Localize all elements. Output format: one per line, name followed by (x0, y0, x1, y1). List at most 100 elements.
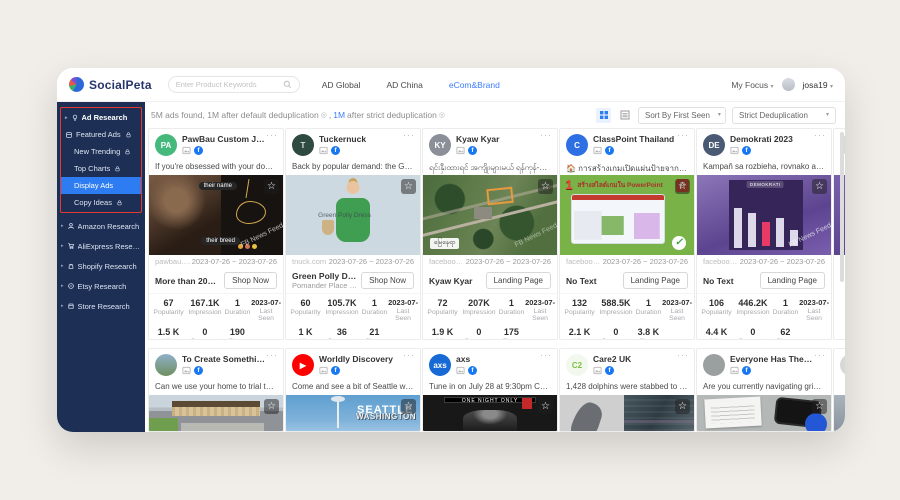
my-focus-menu[interactable]: My Focus ▾ (731, 80, 773, 90)
ad-image[interactable]: สร้างสไลด์เกมใน PowerPoint 1 ☆ (560, 175, 694, 255)
advertiser-name[interactable]: axs (456, 354, 540, 364)
card-menu-button[interactable]: ··· (266, 350, 278, 360)
advertiser-avatar[interactable] (840, 354, 845, 376)
card-menu-button[interactable]: ··· (814, 350, 826, 360)
image-watermark: FB News Feed (514, 222, 557, 249)
cta-button[interactable]: Landing Page (760, 272, 825, 289)
favorite-star-button[interactable]: ☆ (401, 399, 416, 414)
advertiser-name[interactable]: Tuckernuck (319, 134, 403, 144)
advertiser-name[interactable]: PawBau Custom Jewelry (182, 134, 266, 144)
favorite-star-button[interactable]: ☆ (264, 179, 279, 194)
ad-image[interactable]: ☆ (834, 395, 845, 431)
ad-image[interactable]: ☆ (560, 395, 694, 431)
ad-image[interactable]: their name their breed FB News Feed ☆ (149, 175, 283, 255)
card-menu-button[interactable]: ··· (677, 350, 689, 360)
advertiser-avatar[interactable]: KY (429, 134, 451, 156)
image-decor (704, 396, 762, 428)
search-input[interactable] (176, 80, 279, 89)
user-menu[interactable]: josa19 ▾ (803, 80, 833, 90)
sidebar-item-ad-research[interactable]: ▸ Ad Research (61, 109, 141, 126)
nav-ad-china[interactable]: AD China (386, 80, 422, 90)
cta-button[interactable]: Landing Page (623, 272, 688, 289)
advertiser-avatar[interactable]: PA (155, 134, 177, 156)
card-menu-button[interactable]: ··· (677, 130, 689, 140)
sidebar-item-copy-ideas[interactable]: Copy Ideas (61, 194, 141, 211)
nav-ad-global[interactable]: AD Global (322, 80, 361, 90)
ad-text: 1,428 dolphins were stabbed to death in … (560, 381, 694, 395)
cta-button[interactable]: Landing Page (486, 272, 551, 289)
ad-image[interactable]: SEATTLE WASHINGTON ☆ (286, 395, 420, 431)
user-avatar[interactable] (782, 78, 795, 91)
ad-domain[interactable]: pawbau.com (155, 257, 192, 266)
ad-domain[interactable]: facebook.com/10... (429, 257, 466, 266)
sidebar-item-etsy-research[interactable]: ▸ Etsy Research (57, 276, 145, 296)
ad-image[interactable]: ☆ (697, 395, 831, 431)
stat-popularity: 60Popularity (288, 298, 323, 322)
ad-image[interactable]: DEMOKRATI FB News Feed ☆ (697, 175, 831, 255)
ad-domain[interactable]: tnuck.com (292, 257, 326, 266)
sidebar-item-amazon-research[interactable]: ▸ Amazon Research (57, 216, 145, 236)
card-menu-button[interactable]: ··· (540, 350, 552, 360)
advertiser-name[interactable]: ClassPoint Thailand (593, 134, 677, 144)
sort-dropdown[interactable]: Sort By First Seen ▾ (638, 107, 726, 124)
advertiser-avatar[interactable]: C2 (566, 354, 588, 376)
favorite-star-button[interactable]: ☆ (675, 399, 690, 414)
advertiser-avatar[interactable] (703, 354, 725, 376)
ad-image[interactable]: မြေနေရာ FB News Feed ☆ (423, 175, 557, 255)
card-menu-button[interactable]: ··· (266, 130, 278, 140)
advertiser-name[interactable]: Everyone Has The Freedom To... (730, 354, 814, 364)
card-menu-button[interactable]: ··· (403, 130, 415, 140)
sidebar-item-display-ads[interactable]: Display Ads (61, 177, 141, 194)
advertiser-name[interactable]: Demokrati 2023 (730, 134, 814, 144)
bulb-icon (71, 114, 79, 122)
card-menu-button[interactable]: ··· (403, 350, 415, 360)
product-search[interactable] (168, 76, 300, 93)
sidebar-item-aliexpress-research[interactable]: ▸ AliExpress Research (57, 236, 145, 256)
scrollbar[interactable] (840, 132, 844, 282)
sidebar-item-top-charts[interactable]: Top Charts (61, 160, 141, 177)
stat-like: 1 KLike (288, 327, 323, 340)
ad-image[interactable]: ONE NIGHT ONLY ☆ (423, 395, 557, 431)
card-menu-button[interactable]: ··· (814, 130, 826, 140)
favorite-star-button[interactable]: ☆ (401, 179, 416, 194)
advertiser-name[interactable]: Care2 UK (593, 354, 677, 364)
product-row: More than 200 breeds available Shop Now (149, 268, 283, 293)
favorite-star-button[interactable]: ☆ (812, 179, 827, 194)
ad-image[interactable]: Green Polly Dress ☆ (286, 175, 420, 255)
card-menu-button[interactable]: ··· (540, 130, 552, 140)
advertiser-name[interactable]: To Create Something Exceptio... (182, 354, 266, 364)
advertiser-avatar[interactable] (155, 354, 177, 376)
nav-ecom-brand[interactable]: eCom&Brand (449, 80, 500, 90)
favorite-star-button[interactable]: ☆ (538, 399, 553, 414)
advertiser-name[interactable]: Kyaw Kyar (456, 134, 540, 144)
platform-icons: f (593, 146, 614, 155)
list-view-button[interactable] (617, 108, 632, 123)
advertiser-avatar[interactable]: DE (703, 134, 725, 156)
stat-comment: 0Comment (734, 327, 772, 340)
sidebar-item-shopify-research[interactable]: ▸ Shopify Research (57, 256, 145, 276)
favorite-star-button[interactable]: ☆ (538, 179, 553, 194)
sidebar-item-store-research[interactable]: ▸ Store Research (57, 296, 145, 316)
cta-button[interactable]: Shop Now (361, 272, 414, 289)
brand-name[interactable]: SocialPeta (89, 78, 152, 92)
ad-domain[interactable]: facebook.com/10... (703, 257, 740, 266)
ad-image[interactable]: ☆ (149, 395, 283, 431)
product-subtitle: Pomander Place | Green Polly Dr... (292, 281, 357, 290)
favorite-star-button[interactable]: ☆ (264, 399, 279, 414)
advertiser-avatar[interactable]: ▶ (292, 354, 314, 376)
advertiser-avatar[interactable]: axs (429, 354, 451, 376)
cta-button[interactable]: Shop Now (224, 272, 277, 289)
grid-view-button[interactable] (596, 108, 611, 123)
sidebar-item-new-trending[interactable]: New Trending (61, 143, 141, 160)
advertiser-name[interactable]: Worldly Discovery (319, 354, 403, 364)
deduplication-dropdown[interactable]: Strict Deduplication ▾ (732, 107, 836, 124)
advertiser-avatar[interactable]: T (292, 134, 314, 156)
favorite-star-button[interactable]: ☆ (812, 399, 827, 414)
info-icon[interactable]: ◎ (321, 111, 327, 119)
sidebar: ▸ Ad Research Featured Ads New Trending (57, 102, 145, 432)
sidebar-item-featured-ads[interactable]: Featured Ads (61, 126, 141, 143)
favorite-star-button[interactable]: ☆ (675, 179, 690, 194)
advertiser-avatar[interactable]: C (566, 134, 588, 156)
ad-domain[interactable]: facebook.com/11... (566, 257, 603, 266)
info-icon[interactable]: ◎ (439, 111, 445, 119)
